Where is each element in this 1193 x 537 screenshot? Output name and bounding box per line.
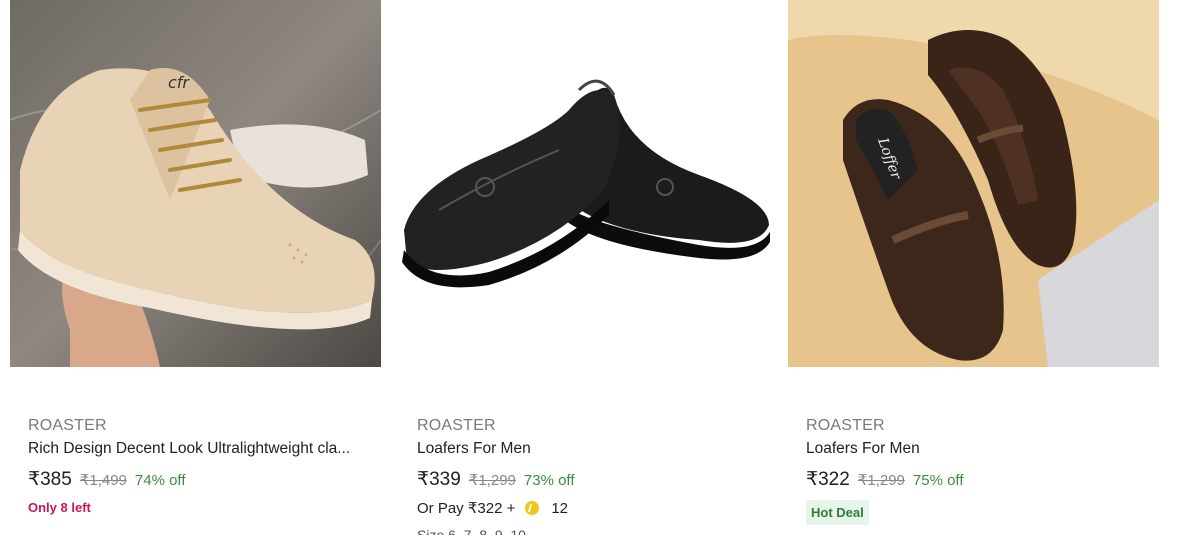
product-card[interactable]: cfr ROASTER Rich Design Decent Look Ultr… <box>10 0 381 537</box>
black-loafer-image <box>399 0 770 367</box>
product-info: ROASTER Loafers For Men ₹339 ₹1,299 73% … <box>417 416 757 535</box>
brand-name: ROASTER <box>806 417 885 434</box>
coin-count: 12 <box>551 499 569 517</box>
sneaker-image: cfr <box>10 0 381 367</box>
product-info: ROASTER Rich Design Decent Look Ultralig… <box>28 416 368 515</box>
supercoin-icon <box>525 501 540 515</box>
price-row: ₹385 ₹1,499 74% off <box>28 469 368 492</box>
original-price: ₹1,299 <box>468 472 516 489</box>
discount-label: 75% off <box>912 472 964 489</box>
hot-deal-badge: Hot Deal <box>806 500 869 525</box>
brown-loafer-image: Loffer <box>788 0 1159 367</box>
product-card[interactable]: Loffer ROASTER Loafers For Men ₹322 ₹1,2… <box>788 0 1159 537</box>
price-row: ₹339 ₹1,299 73% off <box>417 469 757 492</box>
selling-price: ₹322 <box>806 469 850 490</box>
brand-name: ROASTER <box>28 417 107 434</box>
price-row: ₹322 ₹1,299 75% off <box>806 469 1146 492</box>
product-card[interactable]: ROASTER Loafers For Men ₹339 ₹1,299 73% … <box>399 0 770 537</box>
product-image[interactable] <box>399 0 770 367</box>
discount-label: 73% off <box>523 472 575 489</box>
selling-price: ₹339 <box>417 469 461 490</box>
product-title[interactable]: Loafers For Men <box>806 439 1146 459</box>
original-price: ₹1,299 <box>857 472 905 489</box>
stock-note: Only 8 left <box>28 500 91 515</box>
size-list: Size 6, 7, 8, 9, 10 <box>417 527 526 535</box>
brand-name: ROASTER <box>417 417 496 434</box>
product-info: ROASTER Loafers For Men ₹322 ₹1,299 75% … <box>806 416 1146 525</box>
selling-price: ₹385 <box>28 469 72 490</box>
svg-text:cfr: cfr <box>168 73 190 92</box>
discount-label: 74% off <box>134 472 186 489</box>
product-image[interactable]: Loffer <box>788 0 1159 367</box>
product-title[interactable]: Loafers For Men <box>417 439 757 459</box>
coin-payment-offer: Or Pay ₹322 + 12 <box>417 499 757 518</box>
product-image[interactable]: cfr <box>10 0 381 367</box>
product-title[interactable]: Rich Design Decent Look Ultralightweight… <box>28 439 368 459</box>
pay-offer-text: Or Pay ₹322 + <box>417 500 516 517</box>
original-price: ₹1,499 <box>79 472 127 489</box>
